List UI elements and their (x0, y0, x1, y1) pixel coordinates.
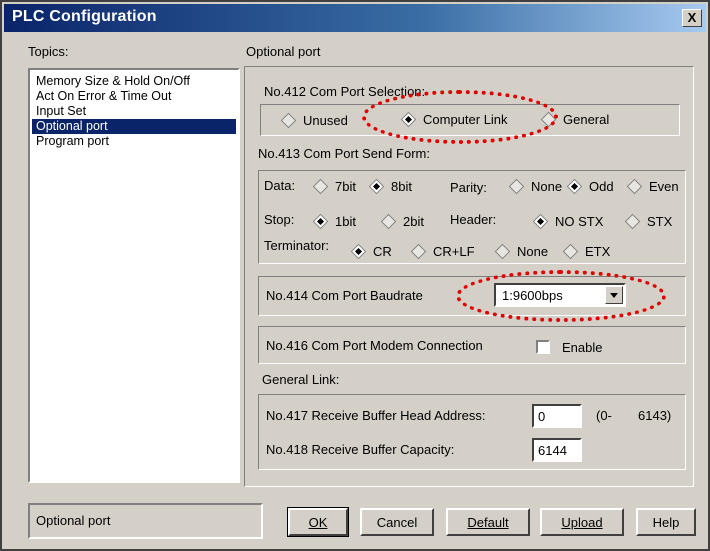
annotation-computer-link (362, 90, 558, 144)
radio-general-label: General (563, 111, 610, 127)
range-close: 6143) (638, 408, 672, 423)
general-link-label: General Link: (262, 372, 340, 387)
radio-header-stx-label: STX (647, 213, 673, 229)
help-button[interactable]: Help (636, 508, 696, 536)
radio-data-7bit-label: 7bit (335, 178, 356, 194)
head-address-label: No.417 Receive Buffer Head Address: (266, 408, 486, 423)
radio-parity-odd[interactable]: Odd (566, 177, 614, 195)
radio-parity-odd-indicator (566, 178, 583, 194)
radio-term-etx-indicator (562, 243, 579, 259)
radio-stop-1bit[interactable]: 1bit (312, 212, 356, 230)
status-box: Optional port (28, 503, 263, 539)
default-button-label: Default (467, 514, 509, 530)
radio-parity-odd-label: Odd (589, 178, 614, 194)
topics-label: Topics: (28, 44, 69, 59)
baudrate-label: No.414 Com Port Baudrate (266, 288, 423, 303)
radio-term-none-label: None (517, 243, 549, 259)
radio-term-cr-label: CR (373, 243, 392, 259)
modem-label: No.416 Com Port Modem Connection (266, 338, 483, 353)
topic-item-act-on-error[interactable]: Act On Error & Time Out (32, 89, 236, 104)
title-bar[interactable]: PLC Configuration X (4, 4, 706, 32)
panel-title: Optional port (246, 44, 321, 59)
cancel-button[interactable]: Cancel (360, 508, 434, 536)
window-title: PLC Configuration (12, 8, 157, 25)
modem-enable-checkbox[interactable] (536, 340, 550, 354)
radio-term-etx[interactable]: ETX (562, 242, 610, 260)
radio-header-no-stx[interactable]: NO STX (532, 212, 603, 230)
radio-term-none[interactable]: None (494, 242, 548, 260)
radio-stop-2bit-label: 2bit (403, 213, 424, 229)
radio-parity-even[interactable]: Even (626, 177, 679, 195)
radio-header-no-stx-label: NO STX (555, 213, 604, 229)
radio-term-crlf-label: CR+LF (433, 243, 475, 259)
default-button[interactable]: Default (446, 508, 530, 536)
data-label: Data: (264, 178, 296, 193)
annotation-baudrate (456, 270, 666, 322)
radio-unused-indicator (280, 112, 297, 128)
modem-enable-label: Enable (562, 340, 603, 355)
ok-button-label: OK (308, 514, 328, 530)
stop-label: Stop: (264, 212, 295, 227)
radio-term-etx-label: ETX (585, 243, 611, 259)
parity-label: Parity: (450, 180, 487, 195)
radio-unused-label: Unused (303, 112, 348, 128)
radio-term-crlf-indicator (410, 243, 427, 259)
radio-data-7bit[interactable]: 7bit (312, 177, 356, 195)
topics-list[interactable]: Memory Size & Hold On/Off Act On Error &… (28, 68, 240, 483)
upload-button-label: Upload (561, 514, 603, 530)
topic-item-optional-port[interactable]: Optional port (32, 119, 236, 134)
radio-data-8bit-label: 8bit (391, 178, 412, 194)
radio-header-stx-indicator (624, 213, 641, 229)
radio-parity-even-indicator (626, 178, 643, 194)
topic-item-memory-size[interactable]: Memory Size & Hold On/Off (32, 74, 236, 89)
radio-parity-none-indicator (508, 178, 525, 194)
radio-stop-1bit-indicator (312, 213, 329, 229)
range-open: (0- (596, 408, 612, 423)
radio-data-7bit-indicator (312, 178, 329, 194)
radio-parity-none-label: None (531, 178, 563, 194)
radio-stop-2bit[interactable]: 2bit (380, 212, 424, 230)
capacity-label: No.418 Receive Buffer Capacity: (266, 442, 455, 457)
terminator-label: Terminator: (264, 238, 330, 253)
status-text: Optional port (36, 513, 111, 528)
ok-button[interactable]: OK (287, 507, 349, 537)
radio-stop-1bit-label: 1bit (335, 213, 356, 229)
cancel-button-label: Cancel (376, 514, 418, 530)
header-label: Header: (450, 212, 497, 227)
radio-term-cr-indicator (350, 243, 367, 259)
head-address-input[interactable]: 0 (532, 404, 582, 428)
close-button[interactable]: X (682, 9, 702, 27)
radio-term-cr[interactable]: CR (350, 242, 392, 260)
radio-parity-even-label: Even (649, 178, 679, 194)
topic-item-input-set[interactable]: Input Set (32, 104, 236, 119)
radio-unused[interactable]: Unused (280, 111, 348, 129)
general-link-group (258, 394, 686, 470)
radio-stop-2bit-indicator (380, 213, 397, 229)
upload-button[interactable]: Upload (540, 508, 624, 536)
radio-term-none-indicator (494, 243, 511, 259)
topic-item-program-port[interactable]: Program port (32, 134, 236, 149)
help-button-label: Help (652, 514, 680, 530)
radio-header-stx[interactable]: STX (624, 212, 672, 230)
radio-term-crlf[interactable]: CR+LF (410, 242, 475, 260)
send-form-label: No.413 Com Port Send Form: (258, 146, 430, 161)
radio-parity-none[interactable]: None (508, 177, 562, 195)
radio-data-8bit[interactable]: 8bit (368, 177, 412, 195)
capacity-input[interactable]: 6144 (532, 438, 582, 462)
radio-data-8bit-indicator (368, 178, 385, 194)
radio-header-no-stx-indicator (532, 213, 549, 229)
